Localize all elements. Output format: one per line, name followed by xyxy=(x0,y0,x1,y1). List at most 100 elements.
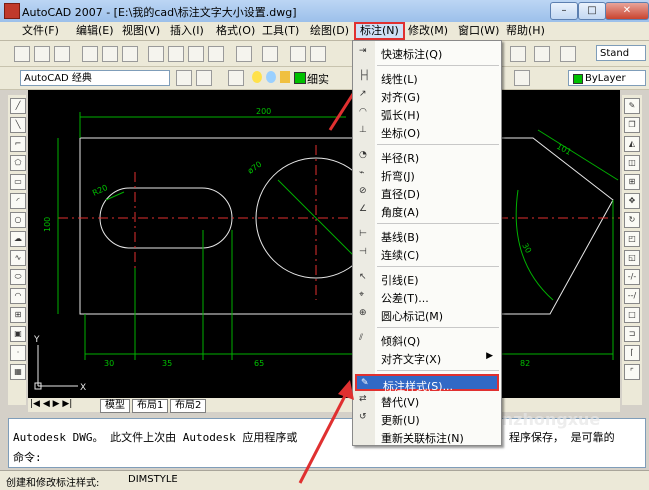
move-icon[interactable]: ✥ xyxy=(624,193,640,209)
dimension-menu-item[interactable]: ⇥ 快速标注(Q) xyxy=(355,44,499,61)
cut-icon[interactable] xyxy=(148,46,164,62)
dimension-menu-item[interactable]: ⊕ 圆心标记(M) xyxy=(355,306,499,323)
insert-block-icon[interactable]: ⊞ xyxy=(10,307,26,323)
dimension-lines xyxy=(57,112,619,360)
stretch-icon[interactable]: ◱ xyxy=(624,250,640,266)
dimension-menu-item[interactable]: ⊢ 基线(B) xyxy=(355,227,499,244)
menu-dimension[interactable]: 标注(N) xyxy=(354,22,405,40)
layer-lock-icon[interactable] xyxy=(280,71,290,83)
join-icon[interactable]: ⊐ xyxy=(624,326,640,342)
menu-view[interactable]: 视图(V) xyxy=(118,24,164,38)
menu-insert[interactable]: 插入(I) xyxy=(166,24,208,38)
layer-on-icon[interactable] xyxy=(252,71,262,83)
arc-icon[interactable]: ◜ xyxy=(10,193,26,209)
dimension-menu-item[interactable]: ⌖ 公差(T)... xyxy=(355,288,499,305)
text-style-icon[interactable] xyxy=(560,46,576,62)
redo-icon[interactable] xyxy=(262,46,278,62)
match-properties-icon[interactable] xyxy=(208,46,224,62)
revision-cloud-icon[interactable]: ☁ xyxy=(10,231,26,247)
tab-layout2[interactable]: 布局2 xyxy=(170,399,207,413)
tab-scroll-arrows[interactable]: |◀ ◀ ▶ ▶| xyxy=(30,399,72,409)
polyline-icon[interactable]: ⌐ xyxy=(10,136,26,152)
circle-icon[interactable]: ○ xyxy=(10,212,26,228)
offset-icon[interactable]: ◫ xyxy=(624,155,640,171)
dimension-menu-item[interactable]: ↺ 更新(U) xyxy=(355,410,499,427)
menu-help[interactable]: 帮助(H) xyxy=(502,24,549,38)
save-workspace-icon[interactable] xyxy=(196,70,212,86)
open-icon[interactable] xyxy=(34,46,50,62)
preview-icon[interactable] xyxy=(102,46,118,62)
break-icon[interactable]: □ xyxy=(624,307,640,323)
tab-model[interactable]: 模型 xyxy=(100,399,130,413)
close-button[interactable]: ✕ xyxy=(605,2,649,20)
trim-icon[interactable]: -/- xyxy=(624,269,640,285)
dimension-menu-item[interactable]: 重新关联标注(N) xyxy=(355,428,499,445)
maximize-button[interactable]: □ xyxy=(578,2,606,20)
menu-draw[interactable]: 绘图(D) xyxy=(306,24,353,38)
menu-window[interactable]: 窗口(W) xyxy=(454,24,503,38)
dimension-menu-item[interactable]: ├┤ 线性(L) xyxy=(355,69,499,86)
text-style-combo[interactable]: Stand xyxy=(596,45,646,61)
calculator-icon[interactable] xyxy=(534,46,550,62)
menu-edit[interactable]: 编辑(E) xyxy=(72,24,118,38)
hatch-icon[interactable]: ▦ xyxy=(10,364,26,380)
scale-icon[interactable]: ◰ xyxy=(624,231,640,247)
dimension-menu-item[interactable]: ◔ 半径(R) xyxy=(355,148,499,165)
line-icon[interactable]: ╱ xyxy=(10,98,26,114)
copy-icon[interactable] xyxy=(168,46,184,62)
dimension-menu-item[interactable]: ↖ 引线(E) xyxy=(355,270,499,287)
publish-icon[interactable] xyxy=(122,46,138,62)
drawing-canvas[interactable]: 200 100 R20 ø70 101 30 30 35 65 82 Y X xyxy=(28,37,620,398)
undo-icon[interactable] xyxy=(236,46,252,62)
construction-line-icon[interactable]: ╲ xyxy=(10,117,26,133)
ellipse-icon[interactable]: ⬭ xyxy=(10,269,26,285)
color-control-icon[interactable] xyxy=(514,70,530,86)
zoom-icon[interactable] xyxy=(310,46,326,62)
autocad-app-icon[interactable] xyxy=(4,3,20,19)
erase-icon[interactable]: ✎ xyxy=(624,98,640,114)
fillet-icon[interactable]: ⌜ xyxy=(624,364,640,380)
dimension-menu-item[interactable]: ✎ 标注样式(S)... xyxy=(355,374,499,393)
command-prompt[interactable]: 命令: xyxy=(13,449,42,465)
print-icon[interactable] xyxy=(82,46,98,62)
dimension-menu-item[interactable]: ⊘ 直径(D) xyxy=(355,184,499,201)
dimension-menu-item[interactable]: ⊣ 连续(C) xyxy=(355,245,499,262)
menu-item-label: 快速标注(Q) xyxy=(381,48,443,61)
layer-freeze-icon[interactable] xyxy=(266,71,276,83)
new-icon[interactable] xyxy=(14,46,30,62)
save-icon[interactable] xyxy=(54,46,70,62)
paste-icon[interactable] xyxy=(188,46,204,62)
copy-object-icon[interactable]: ❐ xyxy=(624,117,640,133)
dimension-menu-item[interactable]: ◠ 弧长(H) xyxy=(355,105,499,122)
dimension-menu-item[interactable]: ⊥ 坐标(O) xyxy=(355,123,499,140)
ellipse-arc-icon[interactable]: ◠ xyxy=(10,288,26,304)
minimize-button[interactable]: – xyxy=(550,2,578,20)
point-icon[interactable]: · xyxy=(10,345,26,361)
menu-format[interactable]: 格式(O) xyxy=(212,24,259,38)
layer-manager-icon[interactable] xyxy=(228,70,244,86)
dimension-menu-item[interactable]: ⫽ 倾斜(Q) xyxy=(355,331,499,348)
spline-icon[interactable]: ∿ xyxy=(10,250,26,266)
polygon-icon[interactable]: ⬠ xyxy=(10,155,26,171)
dimension-menu-item[interactable]: 对齐文字(X) ▶ xyxy=(355,349,499,366)
menu-file[interactable]: 文件(F) xyxy=(18,24,63,38)
pan-icon[interactable] xyxy=(290,46,306,62)
dimension-menu-item[interactable]: ↗ 对齐(G) xyxy=(355,87,499,104)
tool-palette-icon[interactable] xyxy=(510,46,526,62)
workspace-settings-icon[interactable] xyxy=(176,70,192,86)
dimension-menu-item[interactable]: ⌁ 折弯(J) xyxy=(355,166,499,183)
rectangle-icon[interactable]: ▭ xyxy=(10,174,26,190)
chamfer-icon[interactable]: ⌈ xyxy=(624,345,640,361)
rotate-icon[interactable]: ↻ xyxy=(624,212,640,228)
array-icon[interactable]: ⊞ xyxy=(624,174,640,190)
layer-name[interactable]: 细实 xyxy=(307,71,329,87)
menu-tools[interactable]: 工具(T) xyxy=(258,24,303,38)
workspace-combo[interactable]: AutoCAD 经典 xyxy=(20,70,170,86)
make-block-icon[interactable]: ▣ xyxy=(10,326,26,342)
dimension-menu-item[interactable]: ⇄ 替代(V) xyxy=(355,392,499,409)
mirror-icon[interactable]: ◭ xyxy=(624,136,640,152)
dimension-menu-item[interactable]: ∠ 角度(A) xyxy=(355,202,499,219)
menu-modify[interactable]: 修改(M) xyxy=(404,24,452,38)
tab-layout1[interactable]: 布局1 xyxy=(132,399,169,413)
extend-icon[interactable]: --/ xyxy=(624,288,640,304)
